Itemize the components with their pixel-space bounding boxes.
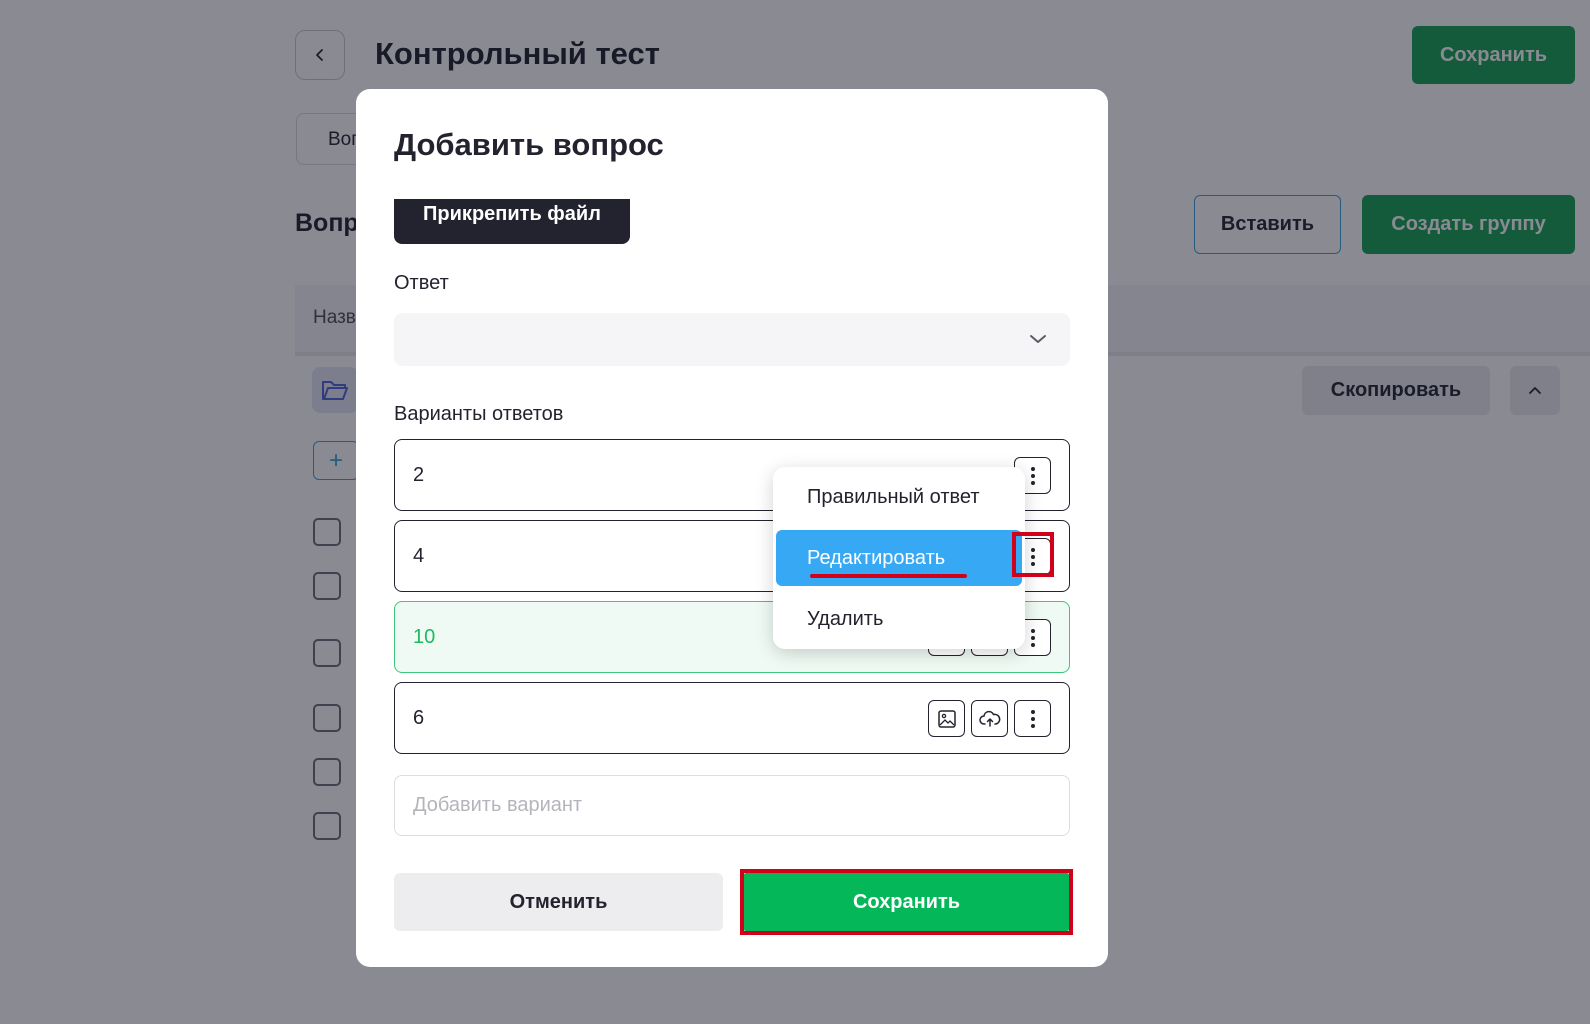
option-more-button[interactable] [1014,700,1051,737]
answer-option-value: 2 [413,464,425,486]
cloud-upload-icon [978,710,1000,727]
option-context-menu: Правильный ответ Редактировать Удалить [773,467,1025,649]
options-label: Варианты ответов [394,403,564,425]
more-vertical-icon [1030,709,1035,728]
menu-item-edit-label: Редактировать [807,546,946,569]
answer-option[interactable]: 6 [394,682,1070,754]
answer-select[interactable] [394,313,1070,366]
option-upload-button[interactable] [971,700,1008,737]
menu-item-delete[interactable]: Удалить [773,591,1025,647]
answer-option-value: 6 [413,707,425,729]
attach-file-button[interactable]: Прикрепить файл [394,199,630,244]
image-icon [937,709,956,728]
cancel-button[interactable]: Отменить [394,873,723,931]
answer-label: Ответ [394,272,449,294]
add-option-input[interactable] [394,775,1070,836]
edit-underline-annotation [810,574,967,578]
save-button-highlight [740,869,1073,935]
menu-item-correct-answer[interactable]: Правильный ответ [773,469,1025,525]
menu-item-edit[interactable]: Редактировать [776,530,1022,586]
more-vertical-icon [1030,466,1035,485]
modal-title: Добавить вопрос [394,127,664,162]
chevron-down-icon [1030,335,1046,343]
more-button-highlight [1012,532,1054,577]
answer-option-value: 4 [413,545,425,567]
more-vertical-icon [1030,628,1035,647]
add-question-modal: Добавить вопрос Прикрепить файл Ответ Ва… [356,89,1108,967]
option-image-button[interactable] [928,700,965,737]
answer-option-value: 10 [413,626,436,648]
